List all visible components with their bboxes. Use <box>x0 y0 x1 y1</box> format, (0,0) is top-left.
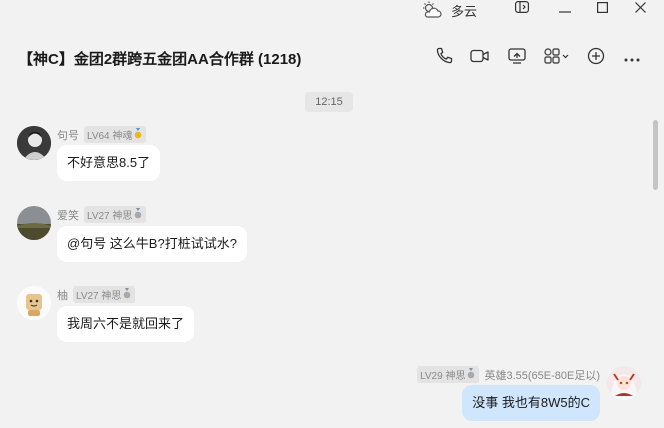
screen-share-button[interactable] <box>505 46 529 70</box>
apps-menu-button[interactable] <box>542 46 572 70</box>
minimize-button[interactable] <box>553 0 577 18</box>
time-divider: 12:15 <box>305 92 353 112</box>
chat-header: 【神C】金团2群跨五金团AA合作群 (1218) <box>0 38 664 78</box>
chat-scrollbar[interactable] <box>653 120 658 190</box>
silver-medal-icon <box>466 367 476 382</box>
maximize-button[interactable] <box>590 0 614 18</box>
level-text: LV64 神魂 <box>87 131 133 142</box>
sender-name[interactable]: 英雄3.55(65E-80E足以) <box>484 367 600 383</box>
avatar[interactable] <box>17 286 51 320</box>
level-badge: LV64 神魂 <box>84 126 147 143</box>
voice-call-button[interactable] <box>432 46 456 70</box>
pin-window-button[interactable] <box>510 0 534 18</box>
maximize-icon <box>596 0 608 18</box>
message-meta: LV29 神思 英雄3.55(65E-80E足以) <box>417 366 600 383</box>
level-text: LV29 神思 <box>420 371 466 382</box>
pin-window-icon <box>515 0 530 18</box>
more-icon <box>624 49 640 67</box>
message-bubble[interactable]: 不好意思8.5了 <box>57 145 161 181</box>
avatar[interactable] <box>17 206 51 240</box>
sender-name[interactable]: 爱笑 <box>57 207 79 223</box>
message-meta: 句号 LV64 神魂 <box>57 126 147 143</box>
minimize-icon <box>559 0 571 18</box>
message-meta: 柚 LV27 神思 <box>57 286 136 303</box>
video-icon <box>470 48 490 69</box>
add-button[interactable] <box>584 46 608 70</box>
level-text: LV27 神思 <box>87 211 133 222</box>
message-bubble[interactable]: @句号 这么牛B?打桩试试水? <box>57 226 247 262</box>
more-button[interactable] <box>620 46 644 70</box>
message-bubble[interactable]: 我周六不是就回来了 <box>57 306 195 342</box>
weather-text: 多云 <box>451 3 478 19</box>
phone-icon <box>435 47 453 70</box>
apps-grid-icon <box>543 47 571 70</box>
cloud-sun-icon <box>421 1 443 19</box>
level-badge: LV27 神思 <box>73 286 136 303</box>
level-text: LV27 神思 <box>76 291 122 302</box>
chat-title[interactable]: 【神C】金团2群跨五金团AA合作群 (1218) <box>18 48 301 69</box>
video-call-button[interactable] <box>468 46 492 70</box>
message-meta: 爱笑 LV27 神思 <box>57 206 147 223</box>
close-button[interactable] <box>628 0 652 18</box>
silver-medal-icon <box>122 287 132 302</box>
avatar[interactable] <box>607 366 641 400</box>
sender-name[interactable]: 柚 <box>57 287 68 303</box>
level-badge: LV29 神思 <box>417 366 480 383</box>
message-bubble[interactable]: 没事 我也有8W5的C <box>462 385 600 421</box>
level-badge: LV27 神思 <box>84 206 147 223</box>
avatar[interactable] <box>17 126 51 160</box>
screen-share-icon <box>508 47 526 70</box>
silver-medal-icon <box>133 207 143 222</box>
sender-name[interactable]: 句号 <box>57 127 79 143</box>
add-icon <box>587 47 605 70</box>
close-icon <box>634 0 646 18</box>
gold-medal-icon <box>133 127 143 142</box>
weather-widget[interactable]: 多云 <box>421 0 477 20</box>
title-bar: 多云 <box>0 0 664 20</box>
